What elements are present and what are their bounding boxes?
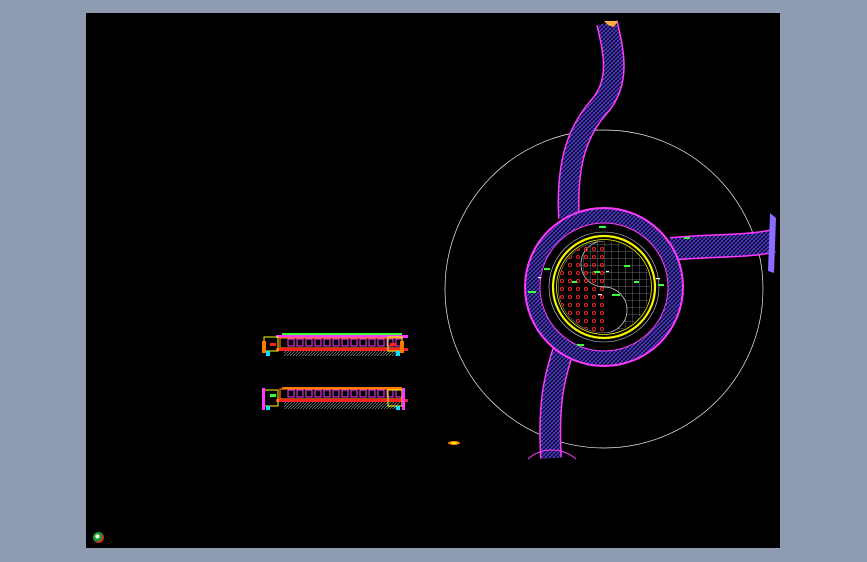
small-object xyxy=(448,441,460,445)
section-cell xyxy=(359,338,367,347)
north-path xyxy=(557,20,625,219)
section-cell xyxy=(350,389,358,398)
east-path xyxy=(669,213,776,273)
cad-drawing xyxy=(262,20,776,460)
section-cell xyxy=(332,389,340,398)
section-cell xyxy=(377,338,385,347)
model-space-viewport[interactable] xyxy=(86,13,780,548)
section-cell xyxy=(323,338,331,347)
section-cell xyxy=(350,338,358,347)
section-cell xyxy=(368,389,376,398)
section-cell xyxy=(341,389,349,398)
section-cell xyxy=(377,389,385,398)
section-cell xyxy=(359,389,367,398)
section-cell xyxy=(305,338,313,347)
section-cell xyxy=(332,338,340,347)
section-cell xyxy=(287,389,295,398)
ucs-icon xyxy=(93,532,104,543)
section-cell xyxy=(314,389,322,398)
section-cell xyxy=(296,338,304,347)
section-cell xyxy=(314,338,322,347)
section-cell xyxy=(341,338,349,347)
section-cell xyxy=(296,389,304,398)
section-detail-2 xyxy=(262,387,408,410)
section-cell xyxy=(323,389,331,398)
section-cell xyxy=(305,389,313,398)
section-cell xyxy=(368,338,376,347)
section-detail-1 xyxy=(262,333,408,356)
south-path xyxy=(527,344,577,460)
section-cell xyxy=(395,389,403,398)
section-cell xyxy=(287,338,295,347)
